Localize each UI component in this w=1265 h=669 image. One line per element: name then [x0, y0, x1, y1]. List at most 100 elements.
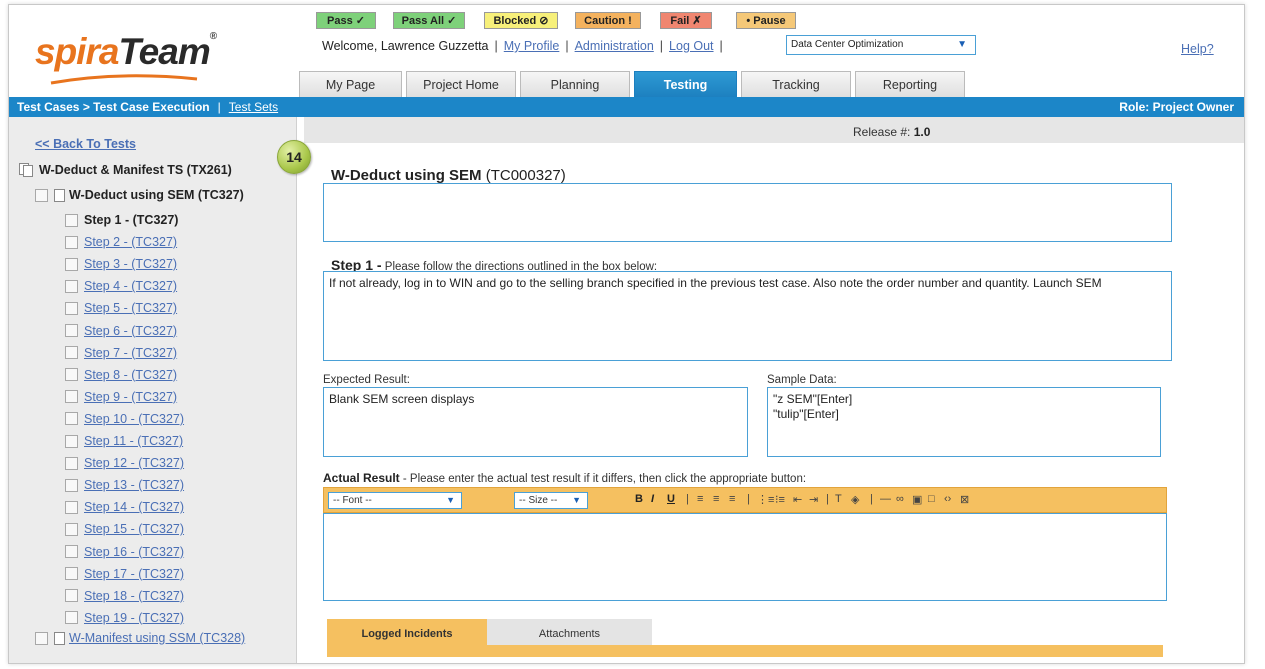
table-icon[interactable]: □: [928, 493, 935, 505]
step-label[interactable]: Step 19 - (TC327): [84, 611, 184, 625]
checkbox[interactable]: [35, 188, 48, 202]
checkbox[interactable]: [65, 257, 78, 271]
step-label[interactable]: Step 9 - (TC327): [84, 390, 177, 404]
step-list-item[interactable]: Step 7 - (TC327): [65, 346, 177, 360]
checkbox[interactable]: [65, 589, 78, 603]
step-list-item[interactable]: Step 12 - (TC327): [65, 456, 184, 470]
checkbox[interactable]: [65, 235, 78, 249]
back-to-tests-link[interactable]: << Back To Tests: [35, 137, 136, 151]
step-label[interactable]: Step 8 - (TC327): [84, 368, 177, 382]
step-label[interactable]: Step 2 - (TC327): [84, 235, 177, 249]
checkbox[interactable]: [65, 611, 78, 625]
unordered-list-icon[interactable]: ⁝≡: [775, 493, 785, 506]
tab-planning[interactable]: Planning: [520, 71, 630, 98]
align-center-icon[interactable]: ≡: [713, 493, 719, 505]
step-label[interactable]: Step 12 - (TC327): [84, 456, 184, 470]
link-icon[interactable]: ∞: [896, 493, 904, 505]
help-link[interactable]: Help?: [1181, 42, 1214, 56]
checkbox[interactable]: [65, 213, 78, 227]
tab-project-home[interactable]: Project Home: [406, 71, 516, 98]
caution-button[interactable]: Caution !: [575, 12, 641, 29]
step-list-item[interactable]: Step 18 - (TC327): [65, 589, 184, 603]
step-list-item[interactable]: Step 10 - (TC327): [65, 412, 184, 426]
pass-all-button[interactable]: Pass All ✓: [393, 12, 465, 29]
step-label[interactable]: Step 14 - (TC327): [84, 500, 184, 514]
highlight-icon[interactable]: ◈: [851, 493, 859, 506]
align-right-icon[interactable]: ≡: [729, 493, 735, 505]
tab-testing[interactable]: Testing: [634, 71, 737, 98]
step-label[interactable]: Step 6 - (TC327): [84, 324, 177, 338]
step-list-item[interactable]: Step 9 - (TC327): [65, 390, 177, 404]
checkbox[interactable]: [35, 631, 48, 645]
step-list-item[interactable]: Step 2 - (TC327): [65, 235, 177, 249]
tree-test-set[interactable]: W-Deduct & Manifest TS (TX261): [19, 163, 232, 177]
step-list-item[interactable]: Step 11 - (TC327): [65, 434, 183, 448]
checkbox[interactable]: [65, 478, 78, 492]
outdent-icon[interactable]: ⇤: [793, 493, 802, 506]
checkbox[interactable]: [65, 390, 78, 404]
step-list-item[interactable]: Step 8 - (TC327): [65, 368, 177, 382]
font-select[interactable]: -- Font -- ▼: [328, 492, 462, 509]
tab-my-page[interactable]: My Page: [299, 71, 402, 98]
checkbox[interactable]: [65, 434, 78, 448]
step-label[interactable]: Step 4 - (TC327): [84, 279, 177, 293]
spirateam-logo[interactable]: spiraTeam®: [35, 31, 217, 73]
step-label[interactable]: Step 16 - (TC327): [84, 545, 184, 559]
underline-icon[interactable]: U: [667, 493, 675, 505]
step-list-item[interactable]: Step 13 - (TC327): [65, 478, 184, 492]
text-color-icon[interactable]: T: [835, 493, 842, 505]
next-test-case-link[interactable]: W-Manifest using SSM (TC328): [69, 631, 245, 645]
tree-next-test-case[interactable]: W-Manifest using SSM (TC328): [35, 631, 245, 645]
checkbox[interactable]: [65, 324, 78, 337]
step-list-item[interactable]: Step 3 - (TC327): [65, 257, 177, 271]
horizontal-rule-icon[interactable]: —: [880, 493, 891, 505]
step-label[interactable]: Step 7 - (TC327): [84, 346, 177, 360]
size-select[interactable]: -- Size -- ▼: [514, 492, 588, 509]
step-list-item[interactable]: Step 4 - (TC327): [65, 279, 177, 293]
checkbox[interactable]: [65, 301, 78, 315]
checkbox[interactable]: [65, 522, 78, 536]
tab-tracking[interactable]: Tracking: [741, 71, 851, 98]
administration-link[interactable]: Administration: [575, 39, 654, 53]
checkbox[interactable]: [65, 279, 78, 293]
step-label[interactable]: Step 13 - (TC327): [84, 478, 184, 492]
indent-icon[interactable]: ⇥: [809, 493, 818, 506]
step-list-item[interactable]: Step 6 - (TC327): [65, 324, 177, 338]
step-label[interactable]: Step 11 - (TC327): [84, 434, 183, 448]
tree-test-case[interactable]: W-Deduct using SEM (TC327): [35, 188, 244, 202]
checkbox[interactable]: [65, 456, 78, 470]
step-label[interactable]: Step 17 - (TC327): [84, 567, 184, 581]
project-select[interactable]: Data Center Optimization ▼: [786, 35, 976, 55]
step-list-item[interactable]: Step 14 - (TC327): [65, 500, 184, 514]
step-label[interactable]: Step 3 - (TC327): [84, 257, 177, 271]
step-label[interactable]: Step 15 - (TC327): [84, 522, 184, 536]
fullscreen-icon[interactable]: ⊠: [960, 493, 969, 506]
fail-button[interactable]: Fail ✗: [660, 12, 712, 29]
image-icon[interactable]: ▣: [912, 493, 922, 506]
blocked-button[interactable]: Blocked ⊘: [484, 12, 558, 29]
step-list-item[interactable]: Step 1 - (TC327): [65, 213, 178, 227]
step-label[interactable]: Step 10 - (TC327): [84, 412, 184, 426]
logout-link[interactable]: Log Out: [669, 39, 713, 53]
pause-button[interactable]: • Pause: [736, 12, 796, 29]
checkbox[interactable]: [65, 412, 78, 426]
checkbox[interactable]: [65, 368, 78, 382]
align-left-icon[interactable]: ≡: [697, 493, 703, 505]
italic-icon[interactable]: I: [651, 493, 654, 505]
pass-button[interactable]: Pass ✓: [316, 12, 376, 29]
actual-result-editor[interactable]: [323, 513, 1167, 601]
test-sets-link[interactable]: Test Sets: [229, 100, 278, 114]
bold-icon[interactable]: B: [635, 493, 643, 505]
step-list-item[interactable]: Step 19 - (TC327): [65, 611, 184, 625]
checkbox[interactable]: [65, 545, 78, 558]
step-list-item[interactable]: Step 15 - (TC327): [65, 522, 184, 536]
tab-reporting[interactable]: Reporting: [855, 71, 965, 98]
step-list-item[interactable]: Step 5 - (TC327): [65, 301, 177, 315]
checkbox[interactable]: [65, 500, 78, 514]
source-code-icon[interactable]: ‹›: [944, 493, 951, 505]
checkbox[interactable]: [65, 567, 78, 581]
step-list-item[interactable]: Step 16 - (TC327): [65, 545, 184, 559]
step-label[interactable]: Step 18 - (TC327): [84, 589, 184, 603]
step-list-item[interactable]: Step 17 - (TC327): [65, 567, 184, 581]
ordered-list-icon[interactable]: ⋮≡: [757, 493, 774, 506]
